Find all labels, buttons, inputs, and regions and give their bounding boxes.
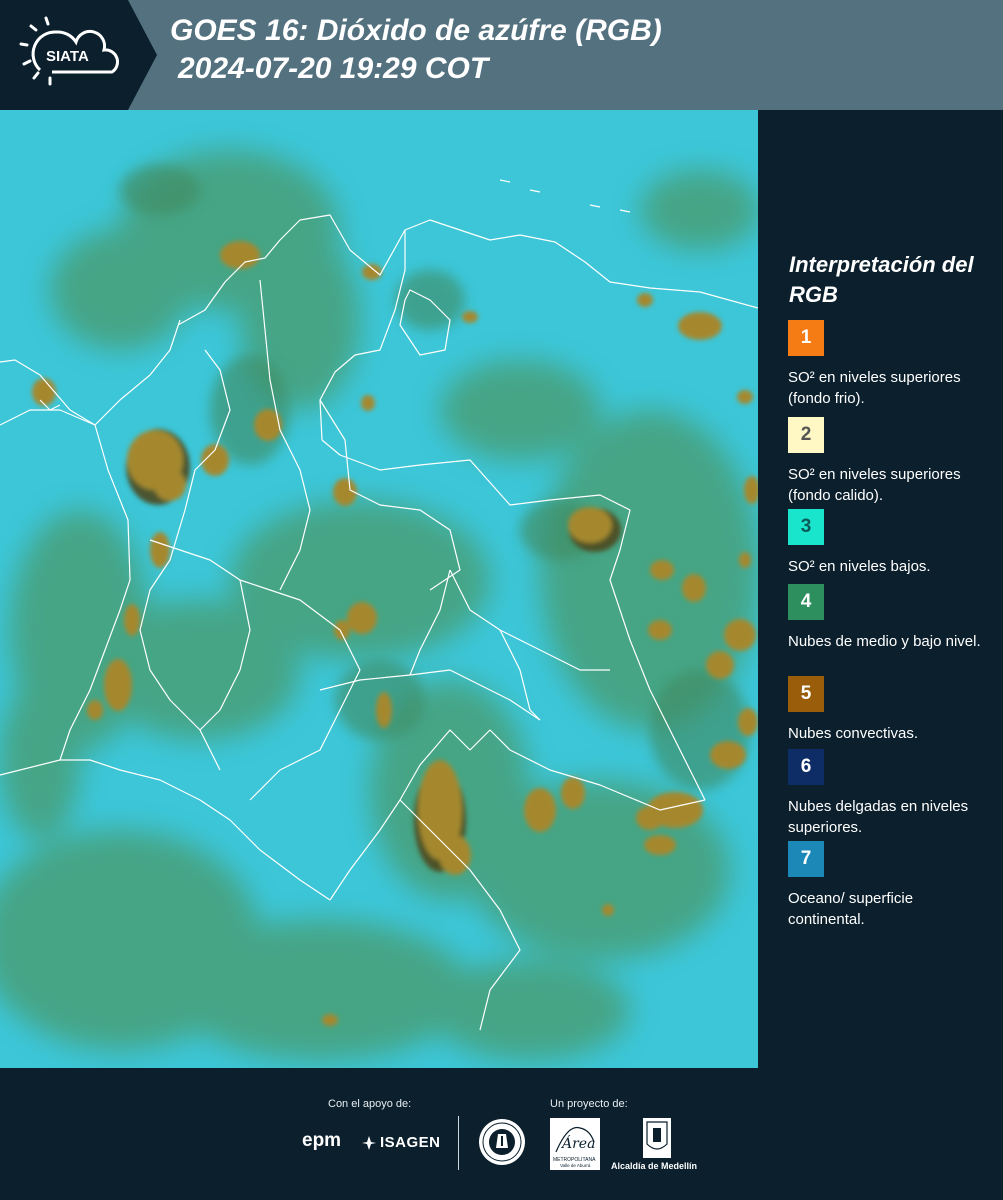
area-metropolitana-logo[interactable]: Área METROPOLITANA Valle de Aburrá [550,1118,600,1170]
legend-item-3: 3 SO² en niveles bajos. [788,509,993,577]
isagen-icon [362,1135,376,1150]
legend-item-7: 7 Oceano/ superficie continental. [788,841,993,930]
legend-label-5: Nubes convectivas. [788,725,919,742]
legend-item-4: 4 Nubes de medio y bajo nivel. [788,584,993,652]
siata-logo-text: SIATA [46,48,89,65]
legend-label-7: Oceano/ superficie continental. [788,890,914,928]
header-bar: SIATA GOES 16: Dióxido de azúfre (RGB) 2… [0,0,1003,110]
svg-text:Valle de Aburrá: Valle de Aburrá [560,1163,591,1168]
alcaldia-shield-icon[interactable] [643,1118,671,1158]
medellin-seal-icon[interactable] [478,1118,526,1166]
legend-swatch-1: 1 [788,320,824,356]
support-label: Con el apoyo de: [328,1098,412,1110]
legend-panel: Interpretación del RGB 1 SO² en niveles … [758,110,1003,1068]
legend-swatch-2: 2 [788,417,824,453]
satellite-map[interactable] [0,110,758,1068]
legend-label-1: SO² en niveles superiores (fondo frio). [788,369,961,407]
legend-item-6: 6 Nubes delgadas en niveles superiores. [788,749,993,838]
legend-item-5: 5 Nubes convectivas. [788,676,993,744]
legend-swatch-6: 6 [788,749,824,785]
siata-logo[interactable]: SIATA [0,0,160,110]
legend-item-1: 1 SO² en niveles superiores (fondo frio)… [788,320,993,409]
page-title: GOES 16: Dióxido de azúfre (RGB) [170,14,662,47]
alcaldia-logo-text: Alcaldía de Medellín [611,1161,698,1171]
legend-label-3: SO² en niveles bajos. [788,558,931,575]
legend-swatch-4: 4 [788,584,824,620]
legend-swatch-7: 7 [788,841,824,877]
footer-bar: Con el apoyo de: Un proyecto de: epm ISA… [0,1068,1003,1200]
legend-item-2: 2 SO² en niveles superiores (fondo calid… [788,417,993,516]
legend-label-6: Nubes delgadas en niveles superiores. [788,798,969,836]
legend-label-4: Nubes de medio y bajo nivel. [788,633,981,650]
isagen-logo[interactable]: ISAGEN [361,1134,441,1151]
epm-logo[interactable]: epm [302,1130,341,1152]
footer-divider [458,1116,459,1170]
page-timestamp: 2024-07-20 19:29 COT [178,52,489,85]
legend-title: Interpretación del RGB [789,252,974,307]
project-label: Un proyecto de: [550,1098,628,1110]
legend-swatch-5: 5 [788,676,824,712]
svg-text:Área: Área [560,1134,595,1152]
legend-swatch-3: 3 [788,509,824,545]
